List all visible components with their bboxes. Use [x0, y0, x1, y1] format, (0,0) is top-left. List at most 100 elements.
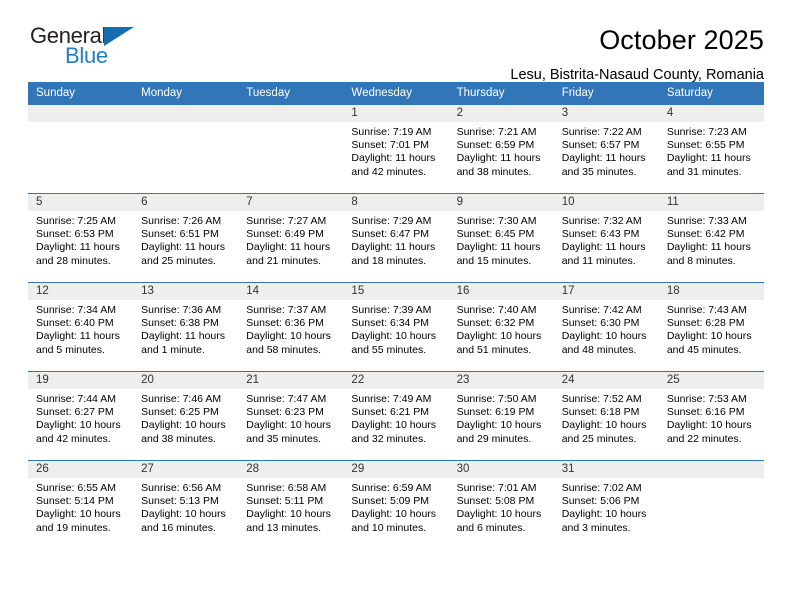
day-daylight-line: and 25 minutes. — [561, 432, 637, 445]
calendar-day-cell[interactable]: 16 Sunrise: 7:40 AM Sunset: 6:32 PM Dayligh… — [448, 282, 554, 371]
calendar-day-cell[interactable]: 1 Sunrise: 7:19 AM Sunset: 7:01 PM Daylight… — [343, 104, 449, 193]
calendar-day-cell[interactable]: 25 Sunrise: 7:53 AM Sunset: 6:16 PM Dayligh… — [658, 371, 764, 460]
day-sunrise-line: Sunrise: 7:52 AM — [561, 393, 642, 405]
day-details: Sunrise: 7:30 AM Sunset: 6:45 PM Daylight:… — [449, 211, 554, 268]
day-number: 21 — [238, 372, 344, 389]
calendar-body: 1 Sunrise: 7:19 AM Sunset: 7:01 PM Daylight… — [28, 104, 764, 549]
day-details: Sunrise: 7:49 AM Sunset: 6:21 PM Daylight:… — [343, 389, 448, 446]
calendar-week-row: 1 Sunrise: 7:19 AM Sunset: 7:01 PM Daylight… — [28, 104, 764, 193]
day-number — [133, 105, 239, 122]
day-cell-inner: 1 Sunrise: 7:19 AM Sunset: 7:01 PM Daylight… — [343, 104, 449, 193]
day-daylight-line: Daylight: 10 hours — [666, 330, 752, 343]
calendar-day-cell — [133, 104, 239, 193]
day-sunrise-line: Sunrise: 6:56 AM — [141, 482, 222, 494]
day-sunrise-line: Sunrise: 7:40 AM — [456, 304, 537, 316]
calendar-day-cell[interactable]: 13 Sunrise: 7:36 AM Sunset: 6:38 PM Dayligh… — [133, 282, 239, 371]
day-details: Sunrise: 7:43 AM Sunset: 6:28 PM Daylight:… — [659, 300, 764, 357]
day-sunrise-line: Sunrise: 7:50 AM — [456, 393, 537, 405]
day-cell-inner — [28, 104, 134, 193]
day-daylight-line: and 55 minutes. — [351, 343, 427, 356]
day-sunrise-line: Sunrise: 7:43 AM — [666, 304, 747, 316]
general-blue-logo[interactable]: General Blue — [28, 24, 158, 74]
day-sunrise-line: Sunrise: 7:26 AM — [141, 215, 222, 227]
day-daylight-line: and 22 minutes. — [666, 432, 742, 445]
calendar-day-cell[interactable]: 3 Sunrise: 7:22 AM Sunset: 6:57 PM Daylight… — [553, 104, 659, 193]
calendar-day-cell[interactable]: 2 Sunrise: 7:21 AM Sunset: 6:59 PM Daylight… — [448, 104, 554, 193]
title-block: October 2025 Lesu, Bistrita-Nasaud Count… — [510, 24, 764, 84]
calendar-day-cell[interactable]: 7 Sunrise: 7:27 AM Sunset: 6:49 PM Daylight… — [238, 193, 344, 282]
day-daylight-line: and 58 minutes. — [246, 343, 321, 356]
weekday-header-saturday: Saturday — [658, 82, 764, 104]
calendar-day-cell[interactable]: 31 Sunrise: 7:02 AM Sunset: 5:06 PM Dayligh… — [553, 460, 659, 549]
day-daylight-line: Daylight: 10 hours — [246, 330, 331, 343]
day-daylight-line: and 13 minutes. — [246, 521, 321, 534]
calendar-day-cell[interactable]: 8 Sunrise: 7:29 AM Sunset: 6:47 PM Daylight… — [343, 193, 449, 282]
sunrise-sunset-calendar: Sunday Monday Tuesday Wednesday Thursday… — [28, 82, 764, 549]
day-cell-inner: 2 Sunrise: 7:21 AM Sunset: 6:59 PM Daylight… — [448, 104, 554, 193]
day-number: 19 — [28, 372, 134, 389]
day-cell-inner: 16 Sunrise: 7:40 AM Sunset: 6:32 PM Dayligh… — [448, 282, 554, 371]
day-sunset-line: Sunset: 5:08 PM — [456, 495, 535, 508]
calendar-day-cell[interactable]: 10 Sunrise: 7:32 AM Sunset: 6:43 PM Dayligh… — [553, 193, 659, 282]
calendar-day-cell[interactable]: 14 Sunrise: 7:37 AM Sunset: 6:36 PM Dayligh… — [238, 282, 344, 371]
calendar-day-cell[interactable]: 15 Sunrise: 7:39 AM Sunset: 6:34 PM Dayligh… — [343, 282, 449, 371]
calendar-day-cell[interactable]: 24 Sunrise: 7:52 AM Sunset: 6:18 PM Dayligh… — [553, 371, 659, 460]
calendar-day-cell[interactable]: 30 Sunrise: 7:01 AM Sunset: 5:08 PM Dayligh… — [448, 460, 554, 549]
day-number: 7 — [238, 194, 344, 211]
day-daylight-line: Daylight: 11 hours — [36, 330, 120, 343]
day-number: 29 — [343, 461, 449, 478]
day-daylight-line: and 28 minutes. — [36, 254, 111, 267]
calendar-day-cell[interactable]: 28 Sunrise: 6:58 AM Sunset: 5:11 PM Dayligh… — [238, 460, 344, 549]
calendar-day-cell[interactable]: 27 Sunrise: 6:56 AM Sunset: 5:13 PM Dayligh… — [133, 460, 239, 549]
day-sunset-line: Sunset: 7:01 PM — [351, 139, 430, 152]
day-sunset-line: Sunset: 6:55 PM — [666, 139, 745, 152]
day-sunset-line: Sunset: 6:47 PM — [351, 228, 430, 241]
calendar-day-cell[interactable]: 29 Sunrise: 6:59 AM Sunset: 5:09 PM Dayligh… — [343, 460, 449, 549]
day-cell-inner: 22 Sunrise: 7:49 AM Sunset: 6:21 PM Dayligh… — [343, 371, 449, 460]
calendar-day-cell[interactable]: 21 Sunrise: 7:47 AM Sunset: 6:23 PM Dayligh… — [238, 371, 344, 460]
day-number: 24 — [553, 372, 659, 389]
day-sunset-line: Sunset: 5:06 PM — [561, 495, 640, 508]
calendar-day-cell[interactable]: 6 Sunrise: 7:26 AM Sunset: 6:51 PM Daylight… — [133, 193, 239, 282]
day-number — [28, 105, 134, 122]
day-sunrise-line: Sunrise: 7:30 AM — [456, 215, 537, 227]
day-sunset-line: Sunset: 6:25 PM — [141, 406, 219, 419]
calendar-day-cell[interactable]: 22 Sunrise: 7:49 AM Sunset: 6:21 PM Dayligh… — [343, 371, 449, 460]
day-details: Sunrise: 7:50 AM Sunset: 6:19 PM Daylight:… — [449, 389, 554, 446]
day-sunrise-line: Sunrise: 6:55 AM — [36, 482, 116, 494]
day-sunrise-line: Sunrise: 7:21 AM — [456, 126, 537, 138]
day-sunset-line: Sunset: 6:18 PM — [561, 406, 640, 419]
day-daylight-line: Daylight: 10 hours — [351, 330, 437, 343]
day-daylight-line: and 31 minutes. — [666, 165, 742, 178]
calendar-day-cell[interactable]: 20 Sunrise: 7:46 AM Sunset: 6:25 PM Dayligh… — [133, 371, 239, 460]
day-daylight-line: and 38 minutes. — [141, 432, 216, 445]
calendar-day-cell[interactable]: 4 Sunrise: 7:23 AM Sunset: 6:55 PM Daylight… — [658, 104, 764, 193]
day-number: 6 — [133, 194, 239, 211]
calendar-day-cell[interactable]: 5 Sunrise: 7:25 AM Sunset: 6:53 PM Daylight… — [28, 193, 134, 282]
day-sunrise-line: Sunrise: 7:44 AM — [36, 393, 116, 405]
calendar-day-cell[interactable]: 17 Sunrise: 7:42 AM Sunset: 6:30 PM Dayligh… — [553, 282, 659, 371]
day-cell-inner: 14 Sunrise: 7:37 AM Sunset: 6:36 PM Dayligh… — [238, 282, 344, 371]
calendar-day-cell — [28, 104, 134, 193]
day-sunset-line: Sunset: 6:23 PM — [246, 406, 324, 419]
day-daylight-line: Daylight: 11 hours — [141, 241, 225, 254]
day-daylight-line: Daylight: 10 hours — [456, 508, 542, 521]
day-daylight-line: Daylight: 10 hours — [351, 419, 437, 432]
calendar-day-cell[interactable]: 18 Sunrise: 7:43 AM Sunset: 6:28 PM Dayligh… — [658, 282, 764, 371]
calendar-header-row: Sunday Monday Tuesday Wednesday Thursday… — [28, 82, 764, 104]
page-header: General Blue October 2025 Lesu, Bistrita… — [28, 0, 764, 84]
calendar-day-cell[interactable]: 11 Sunrise: 7:33 AM Sunset: 6:42 PM Dayligh… — [658, 193, 764, 282]
day-daylight-line: and 45 minutes. — [666, 343, 742, 356]
calendar-day-cell[interactable]: 9 Sunrise: 7:30 AM Sunset: 6:45 PM Daylight… — [448, 193, 554, 282]
day-daylight-line: Daylight: 11 hours — [351, 152, 436, 165]
day-number: 3 — [553, 105, 659, 122]
day-number: 10 — [553, 194, 659, 211]
calendar-day-cell[interactable]: 26 Sunrise: 6:55 AM Sunset: 5:14 PM Dayligh… — [28, 460, 134, 549]
calendar-day-cell[interactable]: 12 Sunrise: 7:34 AM Sunset: 6:40 PM Dayligh… — [28, 282, 134, 371]
calendar-day-cell[interactable]: 19 Sunrise: 7:44 AM Sunset: 6:27 PM Dayligh… — [28, 371, 134, 460]
day-number: 9 — [448, 194, 554, 211]
day-details: Sunrise: 7:39 AM Sunset: 6:34 PM Daylight:… — [343, 300, 448, 357]
calendar-week-row: 5 Sunrise: 7:25 AM Sunset: 6:53 PM Daylight… — [28, 193, 764, 282]
day-daylight-line: and 48 minutes. — [561, 343, 637, 356]
calendar-day-cell[interactable]: 23 Sunrise: 7:50 AM Sunset: 6:19 PM Dayligh… — [448, 371, 554, 460]
